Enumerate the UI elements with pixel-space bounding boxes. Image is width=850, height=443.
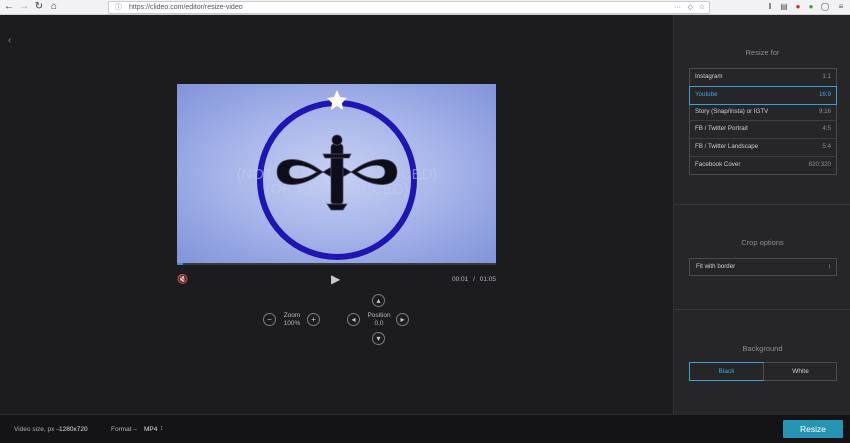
extension-green-icon[interactable]: ● [806,1,816,13]
play-icon[interactable]: ▶ [331,272,340,286]
background-toggle: Black White [689,362,837,381]
position-readout: Position 0,0 [364,312,394,328]
format-select[interactable]: MP4 [144,426,157,433]
preset-name: Story (Snap/Insta) or IGTV [695,107,769,115]
preset-ratio: 16:9 [818,90,831,98]
zoom-out-button[interactable]: − [263,313,276,326]
sidebar-icon[interactable]: ▤ [779,1,789,13]
time-separator: / [473,276,475,283]
zoom-in-button[interactable]: + [307,313,320,326]
video-size-value: 1280x720 [59,426,88,433]
back-icon[interactable]: ← [3,1,15,13]
crop-select[interactable]: Fit with border ↕ [689,258,837,276]
background-black-button[interactable]: Black [689,362,764,381]
back-arrow-icon[interactable]: ‹ [8,35,11,46]
position-value: 0,0 [374,320,384,327]
preset-ratio: 5:4 [822,143,831,151]
mute-icon[interactable]: 🔇 [177,274,188,285]
video-preview[interactable]: (NOT TO BE REPRODUCED) (OR REPRODUCED) [177,84,496,263]
home-icon[interactable]: ⌂ [48,1,60,13]
resize-title: Resize for [745,48,780,57]
crop-title: Crop options [741,238,784,247]
move-left-button[interactable]: ◂ [347,313,360,326]
preset-name: Instagram [695,73,723,80]
preset-list: Instagram 1:1 Youtube 16:9 Story (Snap/I… [689,68,837,175]
shield-icon[interactable]: ◇ [688,2,693,13]
library-icon[interactable]: ‖ [765,1,775,13]
zoom-value: 100% [283,320,301,327]
preset-item-fb-landscape[interactable]: FB / Twitter Landscape 5:4 [690,139,836,157]
resize-section: Resize for Instagram 1:1 Youtube 16:9 St… [674,15,850,205]
preset-name: FB / Twitter Portrait [695,125,748,133]
position-label: Position [367,312,391,319]
bottom-bar: Video size, px – 1280x720 Format – MP4 ↕… [0,414,850,443]
time-display: 00:01 / 01:05 [452,276,496,283]
star-icon[interactable]: ☆ [699,2,705,13]
forward-icon[interactable]: → [18,1,30,13]
url-text: https://clideo.com/editor/resize-video [129,4,243,11]
progress-bar[interactable] [177,263,496,265]
account-icon[interactable]: ◯ [820,1,830,13]
progress-fill [177,263,184,265]
address-bar[interactable]: ⓘ https://clideo.com/editor/resize-video… [108,1,710,14]
preset-item-fb-portrait[interactable]: FB / Twitter Portrait 4:5 [690,121,836,140]
duration: 01:05 [479,276,496,283]
zoom-readout: Zoom 100% [279,312,305,328]
menu-icon[interactable]: ≡ [836,1,846,13]
background-title: Background [742,344,783,353]
chevron-updown-icon: ↕ [160,425,164,432]
preset-name: Facebook Cover [695,160,741,168]
preset-item-story[interactable]: Story (Snap/Insta) or IGTV 9:16 [690,104,836,122]
preset-ratio: 4:5 [822,125,831,133]
format-label: Format – [111,426,138,433]
crop-section: Crop options [674,204,850,310]
preset-ratio: 1:1 [822,73,831,80]
move-down-button[interactable]: ▾ [372,332,385,345]
preset-name: Youtube [695,90,718,98]
background-white-button[interactable]: White [763,363,837,380]
preset-item-facebook-cover[interactable]: Facebook Cover 820:320 [690,157,836,174]
crop-select-value: Fit with border [696,263,736,270]
preset-name: FB / Twitter Landscape [695,143,759,151]
browser-toolbar: ← → ↻ ⌂ ⓘ https://clideo.com/editor/resi… [0,0,850,15]
reload-icon[interactable]: ↻ [33,1,45,13]
move-right-button[interactable]: ▸ [396,313,409,326]
settings-sidebar: Resize for Instagram 1:1 Youtube 16:9 St… [673,15,850,414]
lock-icon: ⓘ [115,4,122,11]
move-up-button[interactable]: ▴ [372,294,385,307]
video-size-label: Video size, px – [14,426,60,433]
current-time: 00:01 [452,276,469,283]
video-frame: (NOT TO BE REPRODUCED) (OR REPRODUCED) [237,90,437,260]
preset-item-youtube[interactable]: Youtube 16:9 [689,85,837,105]
extension-icon[interactable]: ● [793,1,803,13]
resize-button[interactable]: Resize [783,420,843,438]
zoom-label: Zoom [283,312,301,319]
preset-item-instagram[interactable]: Instagram 1:1 [690,69,836,87]
chevron-updown-icon: ↕ [827,263,831,270]
preset-ratio: 820:320 [808,160,831,168]
more-icon[interactable]: ··· [674,2,681,13]
preset-ratio: 9:16 [818,107,831,115]
